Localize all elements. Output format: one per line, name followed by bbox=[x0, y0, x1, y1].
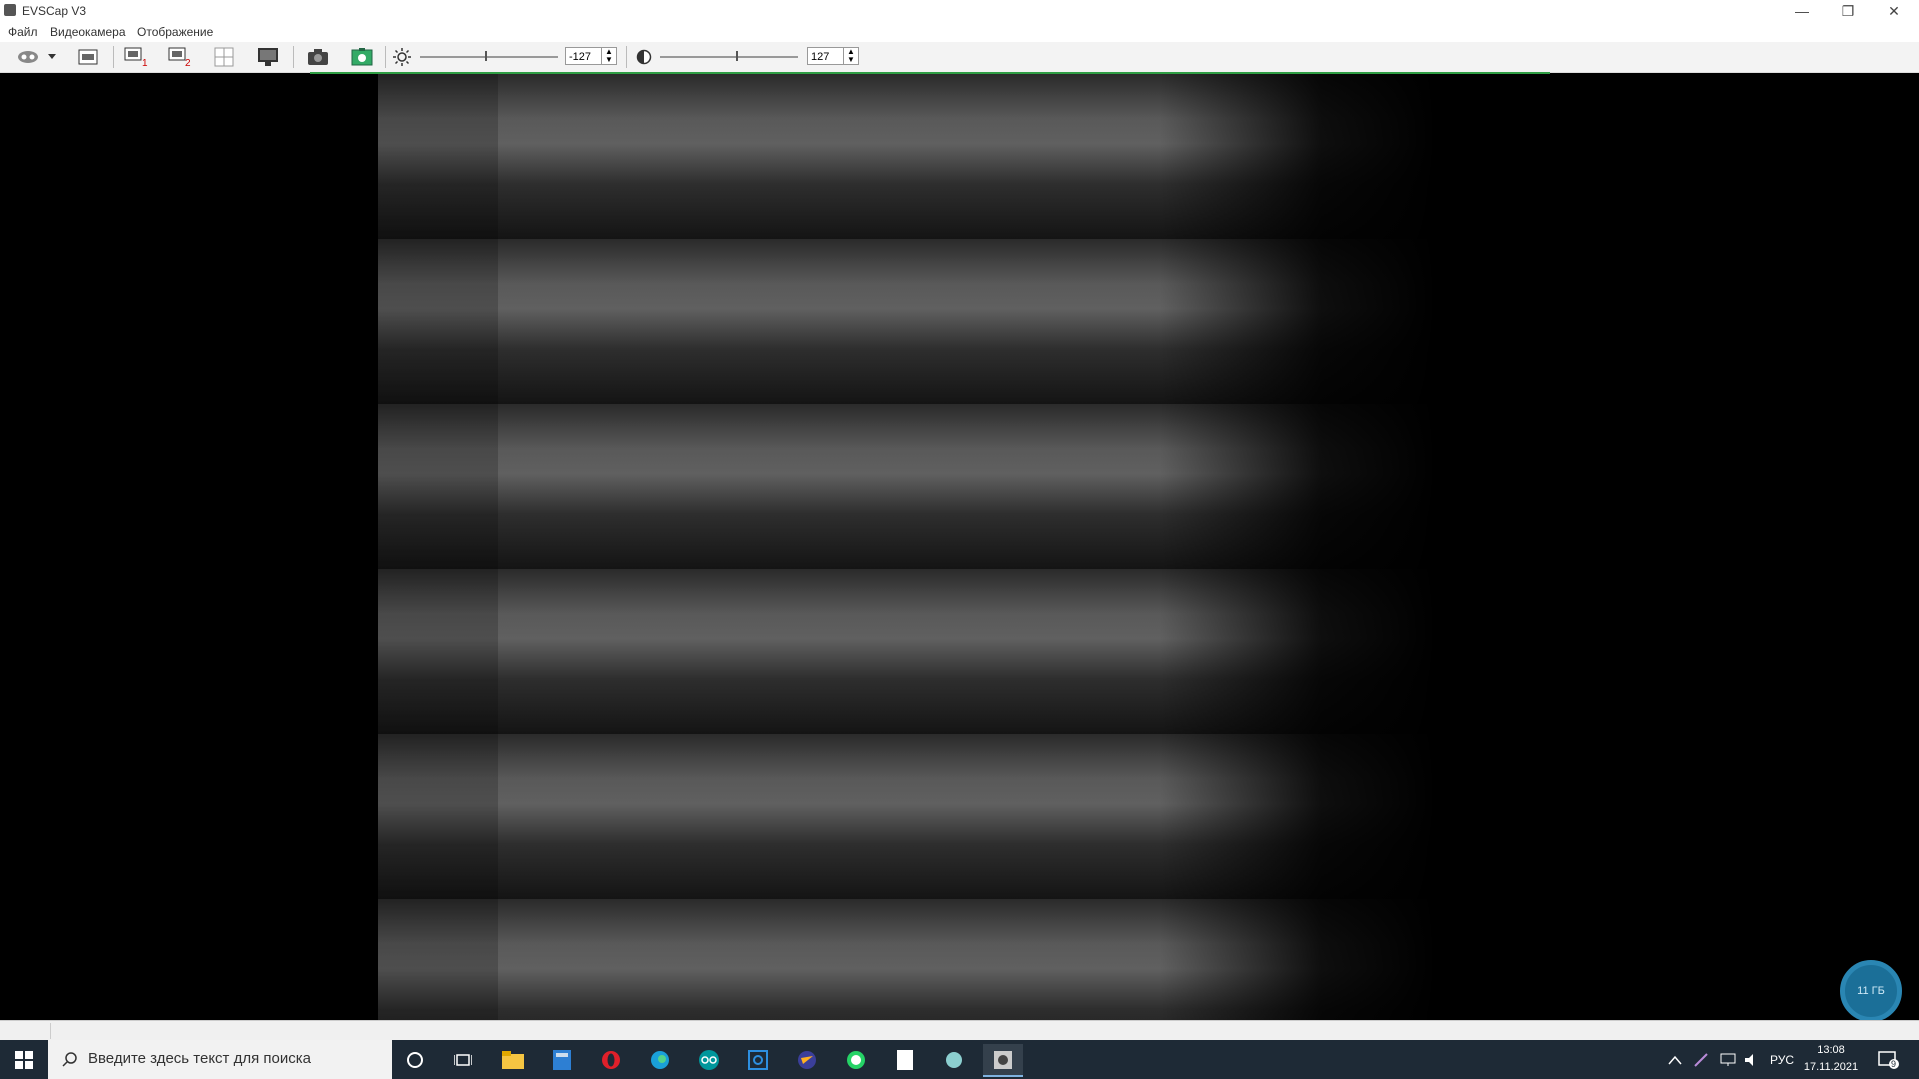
snapshot-camera-icon[interactable] bbox=[306, 46, 330, 68]
calculator-icon[interactable] bbox=[542, 1044, 582, 1075]
arduino-icon[interactable] bbox=[689, 1044, 729, 1075]
video-edge-shade bbox=[378, 74, 498, 1020]
clock-time: 13:08 bbox=[1817, 1044, 1845, 1056]
brightness-slider[interactable] bbox=[420, 51, 558, 61]
contrast-icon bbox=[632, 46, 656, 68]
cortana-icon[interactable] bbox=[395, 1044, 435, 1075]
title-bar: EVSCap V3 — ❐ ✕ bbox=[0, 0, 1919, 22]
contrast-value: 127 bbox=[811, 51, 830, 63]
brightness-spin-arrows[interactable]: ▲ ▼ bbox=[601, 48, 616, 64]
opera-icon[interactable] bbox=[591, 1044, 631, 1075]
contrast-spin-arrows[interactable]: ▲ ▼ bbox=[843, 48, 858, 64]
teal-app-icon[interactable] bbox=[934, 1044, 974, 1075]
search-icon bbox=[62, 1051, 78, 1071]
toolbar-divider bbox=[385, 46, 386, 68]
windows-start-icon[interactable] bbox=[0, 1040, 48, 1079]
monitor-icon[interactable] bbox=[256, 46, 280, 68]
close-button[interactable]: ✕ bbox=[1871, 0, 1917, 22]
file-explorer-icon[interactable] bbox=[493, 1044, 533, 1075]
contrast-field[interactable]: 127 ▲ ▼ bbox=[807, 47, 859, 65]
status-cell bbox=[0, 1023, 51, 1039]
toolbar-divider bbox=[626, 46, 627, 68]
toolbar-divider bbox=[293, 46, 294, 68]
network-tray-icon[interactable] bbox=[1720, 1040, 1736, 1079]
tray-chevron-up-icon[interactable] bbox=[1668, 1040, 1682, 1079]
contrast-slider[interactable] bbox=[660, 51, 798, 61]
clock-date: 17.11.2021 bbox=[1803, 1061, 1859, 1073]
menu-display[interactable]: Отображение bbox=[137, 25, 213, 39]
whatsapp-icon[interactable] bbox=[836, 1044, 876, 1075]
menu-bar: Файл Видеокамера Отображение bbox=[0, 22, 1919, 42]
volume-tray-icon[interactable] bbox=[1744, 1040, 1760, 1079]
storage-badge: 11 ГБ bbox=[1840, 960, 1902, 1022]
language-indicator[interactable]: РУС bbox=[1770, 1040, 1794, 1079]
notifications-count: 9 bbox=[1891, 1059, 1897, 1069]
notepad-icon[interactable] bbox=[885, 1044, 925, 1075]
restore-button[interactable]: ❐ bbox=[1825, 0, 1871, 22]
video-2-icon[interactable]: 2 bbox=[168, 46, 192, 68]
search-placeholder: Введите здесь текст для поиска bbox=[88, 1050, 311, 1067]
camera-select-icon[interactable] bbox=[16, 46, 40, 68]
brightness-field[interactable]: -127 ▲ ▼ bbox=[565, 47, 617, 65]
minimize-button[interactable]: — bbox=[1779, 0, 1825, 22]
brightness-slider-thumb[interactable] bbox=[484, 51, 487, 61]
video-icon[interactable] bbox=[76, 46, 100, 68]
video-preview bbox=[378, 74, 1528, 1020]
edge-icon[interactable] bbox=[640, 1044, 680, 1075]
brightness-icon bbox=[390, 46, 414, 68]
menu-file[interactable]: Файл bbox=[8, 25, 38, 39]
toolbar-divider bbox=[113, 46, 114, 68]
svg-text:2: 2 bbox=[185, 58, 191, 67]
toolbar: 1 2 -127 ▲ ▼ 127 ▲ ▼ bbox=[0, 42, 1919, 73]
media-app-icon[interactable] bbox=[787, 1044, 827, 1075]
app-icon bbox=[4, 4, 16, 16]
pen-tray-icon[interactable] bbox=[1694, 1040, 1708, 1079]
taskbar-search[interactable]: Введите здесь текст для поиска bbox=[48, 1040, 392, 1079]
notifications-icon[interactable]: 9 bbox=[1878, 1040, 1900, 1079]
taskbar-clock[interactable]: 13:08 17.11.2021 bbox=[1800, 1042, 1862, 1076]
video-1-icon[interactable]: 1 bbox=[124, 46, 148, 68]
chevron-down-icon[interactable] bbox=[46, 46, 58, 68]
status-bar bbox=[0, 1020, 1919, 1041]
contrast-slider-thumb[interactable] bbox=[735, 51, 738, 61]
svg-text:1: 1 bbox=[142, 58, 148, 67]
menu-camera[interactable]: Видеокамера bbox=[50, 25, 126, 39]
brightness-value: -127 bbox=[569, 51, 592, 63]
task-view-icon[interactable] bbox=[443, 1044, 483, 1075]
taskbar: Введите здесь текст для поиска РУС 13:08… bbox=[0, 1040, 1919, 1079]
save-image-icon[interactable] bbox=[350, 46, 374, 68]
grid-icon[interactable] bbox=[212, 46, 236, 68]
window-title: EVSCap V3 bbox=[22, 4, 87, 18]
network-app-icon[interactable] bbox=[738, 1044, 778, 1075]
evscap-taskbar-icon[interactable] bbox=[983, 1044, 1023, 1077]
